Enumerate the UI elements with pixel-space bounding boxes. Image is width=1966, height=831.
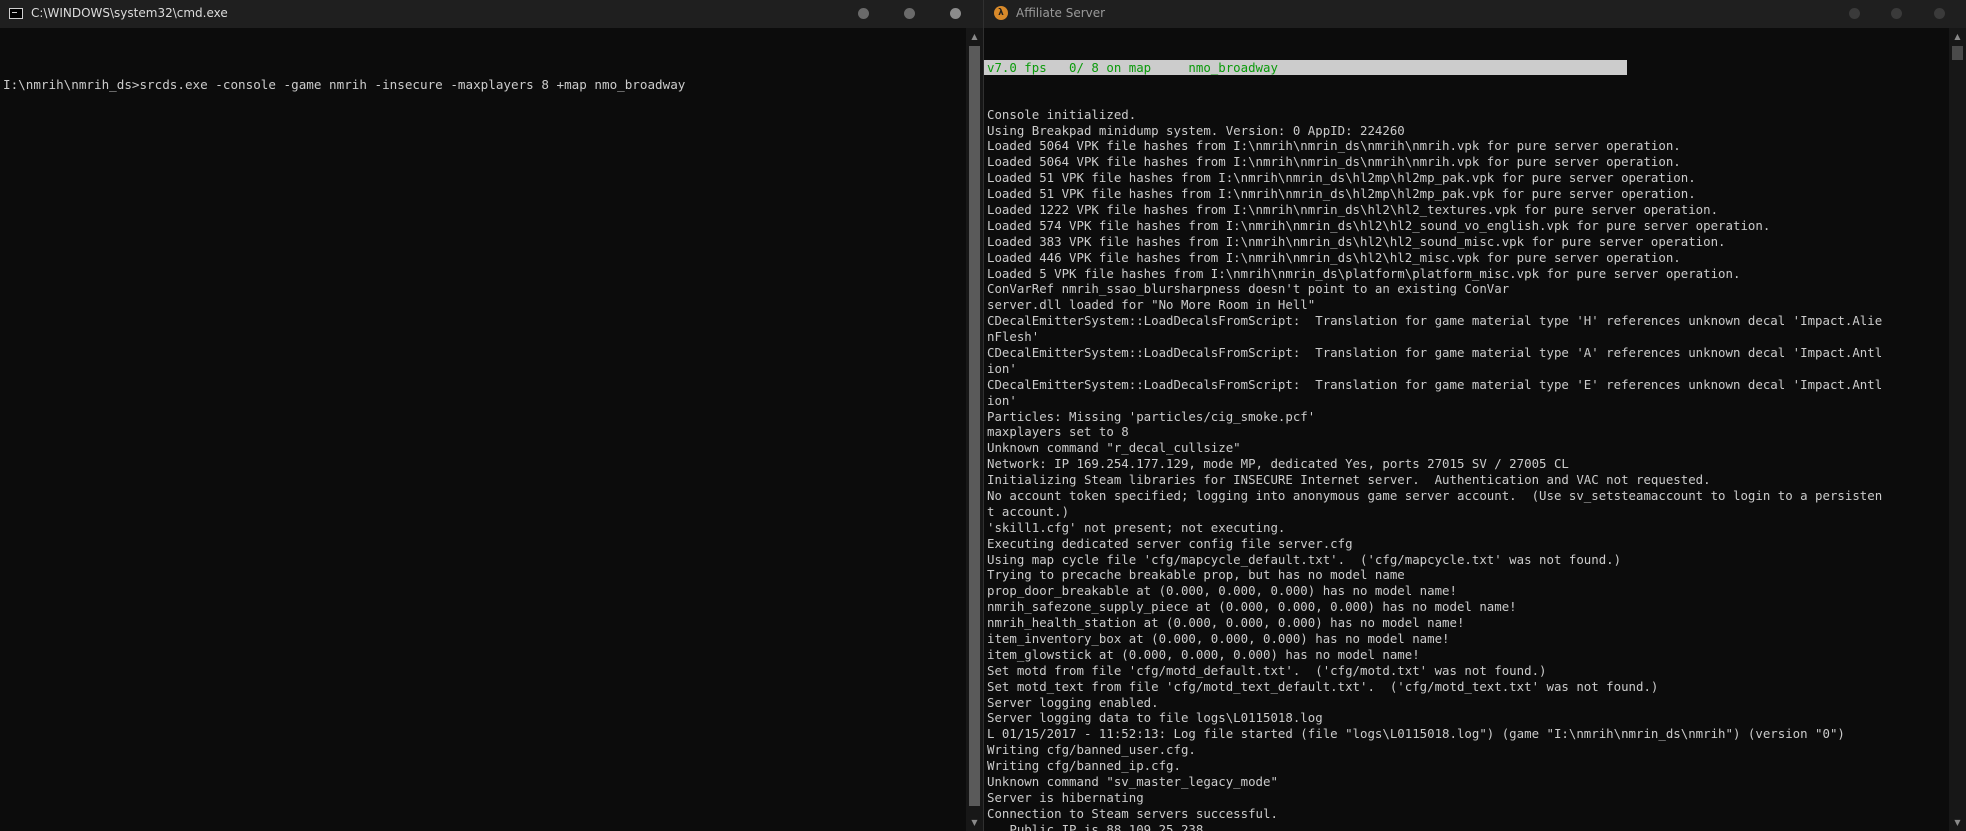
cmd-window[interactable]: C:\WINDOWS\system32\cmd.exe I:\nmrih\nmr… xyxy=(0,0,983,831)
console-line: Set motd_text from file 'cfg/motd_text_d… xyxy=(987,678,1659,694)
cmd-console-output[interactable]: I:\nmrih\nmrih_ds>srcds.exe -console -ga… xyxy=(0,28,966,831)
console-line: nmrih_safezone_supply_piece at (0.000, 0… xyxy=(987,599,1517,615)
cmd-scrollbar[interactable]: ▲ ▼ xyxy=(966,28,983,831)
console-line: Unknown command "sv_master_legacy_mode" xyxy=(987,774,1278,790)
server-console-output[interactable]: v7.0 fps 0/ 8 on map nmo_broadway Consol… xyxy=(984,28,1949,831)
console-line: Writing cfg/banned_user.cfg. xyxy=(987,742,1196,758)
cmd-close-button[interactable] xyxy=(950,8,961,19)
console-line: CDecalEmitterSystem::LoadDecalsFromScrip… xyxy=(987,376,1883,392)
console-line: Loaded 574 VPK file hashes from I:\nmrih… xyxy=(987,217,1771,233)
server-titlebar[interactable]: λ Affiliate Server xyxy=(984,0,1966,28)
console-line: Loaded 446 VPK file hashes from I:\nmrih… xyxy=(987,249,1681,265)
cmd-icon[interactable] xyxy=(9,8,23,19)
console-line: Particles: Missing 'particles/cig_smoke.… xyxy=(987,408,1316,424)
console-line: Executing dedicated server config file s… xyxy=(987,535,1353,551)
console-line: item_glowstick at (0.000, 0.000, 0.000) … xyxy=(987,646,1420,662)
console-line: t account.) xyxy=(987,503,1070,519)
console-line: Server is hibernating xyxy=(987,789,1144,805)
console-line: Network: IP 169.254.177.129, mode MP, de… xyxy=(987,456,1569,472)
console-line: prop_door_breakable at (0.000, 0.000, 0.… xyxy=(987,583,1457,599)
console-line: Loaded 5 VPK file hashes from I:\nmrih\n… xyxy=(987,265,1741,281)
console-line: nmrih_health_station at (0.000, 0.000, 0… xyxy=(987,615,1465,631)
console-line: Writing cfg/banned_ip.cfg. xyxy=(987,758,1181,774)
server-window[interactable]: λ Affiliate Server v7.0 fps 0/ 8 on map … xyxy=(984,0,1966,831)
console-line: Loaded 1222 VPK file hashes from I:\nmri… xyxy=(987,201,1719,217)
cmd-command-line: I:\nmrih\nmrih_ds>srcds.exe -console -ga… xyxy=(3,76,686,92)
half-life-icon[interactable]: λ xyxy=(994,6,1008,20)
console-line: 'skill1.cfg' not present; not executing. xyxy=(987,519,1286,535)
cmd-titlebar[interactable]: C:\WINDOWS\system32\cmd.exe xyxy=(0,0,983,28)
desktop: C:\WINDOWS\system32\cmd.exe I:\nmrih\nmr… xyxy=(0,0,1966,831)
console-line: Loaded 5064 VPK file hashes from I:\nmri… xyxy=(987,154,1681,170)
console-line: Loaded 51 VPK file hashes from I:\nmrih\… xyxy=(987,170,1696,186)
cmd-minimize-button[interactable] xyxy=(858,8,869,19)
console-line: L 01/15/2017 - 11:52:13: Log file starte… xyxy=(987,726,1845,742)
console-line: Initializing Steam libraries for INSECUR… xyxy=(987,472,1711,488)
scroll-down-arrow-icon[interactable]: ▼ xyxy=(1949,814,1966,831)
console-line: ion' xyxy=(987,392,1017,408)
server-close-button[interactable] xyxy=(1934,8,1945,19)
server-scrollbar[interactable]: ▲ ▼ xyxy=(1949,28,1966,831)
console-line: CDecalEmitterSystem::LoadDecalsFromScrip… xyxy=(987,344,1883,360)
cmd-window-title: C:\WINDOWS\system32\cmd.exe xyxy=(31,6,228,20)
cmd-maximize-button[interactable] xyxy=(904,8,915,19)
console-line: CDecalEmitterSystem::LoadDecalsFromScrip… xyxy=(987,313,1883,329)
console-line: Using Breakpad minidump system. Version:… xyxy=(987,122,1405,138)
console-line: Trying to precache breakable prop, but h… xyxy=(987,567,1405,583)
scroll-up-arrow-icon[interactable]: ▲ xyxy=(1949,28,1966,45)
console-line: nFlesh' xyxy=(987,329,1040,345)
server-minimize-button[interactable] xyxy=(1849,8,1860,19)
console-line: Loaded 5064 VPK file hashes from I:\nmri… xyxy=(987,138,1681,154)
console-line: Server logging enabled. xyxy=(987,694,1159,710)
console-line: Unknown command "r_decal_cullsize" xyxy=(987,440,1241,456)
server-status-line: v7.0 fps 0/ 8 on map nmo_broadway xyxy=(984,59,1627,75)
server-maximize-button[interactable] xyxy=(1891,8,1902,19)
console-line: Public IP is 88.109.25.238. xyxy=(987,821,1211,831)
scroll-down-arrow-icon[interactable]: ▼ xyxy=(966,814,983,831)
console-line: ion' xyxy=(987,360,1017,376)
console-line: ConVarRef nmrih_ssao_blursharpness doesn… xyxy=(987,281,1510,297)
console-line: Loaded 51 VPK file hashes from I:\nmrih\… xyxy=(987,186,1696,202)
console-line: Console initialized. xyxy=(987,106,1137,122)
cmd-scroll-thumb[interactable] xyxy=(969,46,980,806)
server-window-title: Affiliate Server xyxy=(1016,6,1106,20)
console-line: server.dll loaded for "No More Room in H… xyxy=(987,297,1316,313)
server-scroll-thumb[interactable] xyxy=(1952,46,1963,60)
console-line: Loaded 383 VPK file hashes from I:\nmrih… xyxy=(987,233,1726,249)
console-line: Using map cycle file 'cfg/mapcycle_defau… xyxy=(987,551,1622,567)
console-line: maxplayers set to 8 xyxy=(987,424,1129,440)
console-line: No account token specified; logging into… xyxy=(987,488,1883,503)
console-line: Server logging data to file logs\L011501… xyxy=(987,710,1323,726)
console-line: Connection to Steam servers successful. xyxy=(987,805,1278,821)
console-line: Set motd from file 'cfg/motd_default.txt… xyxy=(987,662,1547,678)
console-line: item_inventory_box at (0.000, 0.000, 0.0… xyxy=(987,631,1450,647)
scroll-up-arrow-icon[interactable]: ▲ xyxy=(966,28,983,45)
